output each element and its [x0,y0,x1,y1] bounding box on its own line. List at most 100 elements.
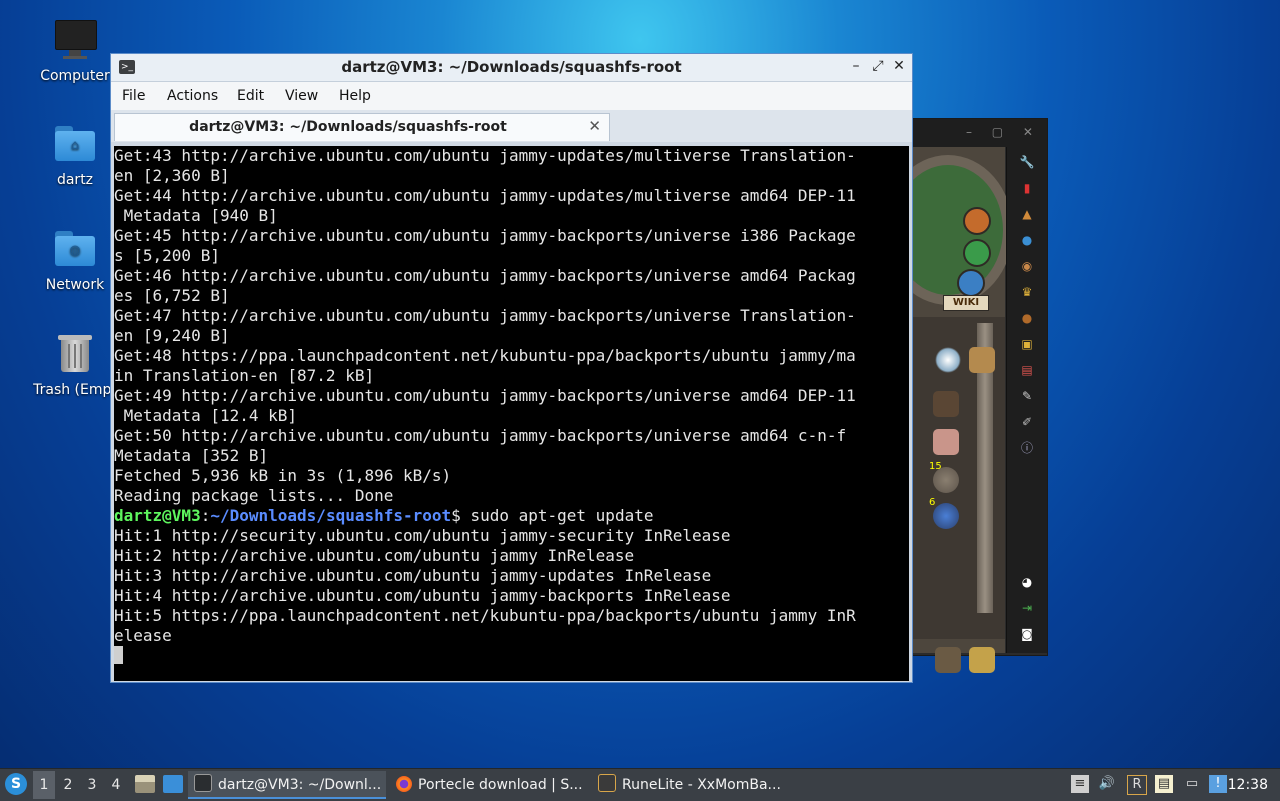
emote-icon[interactable] [935,647,961,673]
workspace-2[interactable]: 2 [57,771,79,799]
menu-edit[interactable]: Edit [237,88,264,104]
desktop-icon-computer[interactable]: Computer [27,18,123,84]
prompt-path: ~/Downloads/squashfs-root [210,506,452,525]
scroll-icon[interactable]: ✎ [1019,389,1035,403]
terminal-line: Get:43 http://archive.ubuntu.com/ubuntu … [114,146,856,165]
workspace-4[interactable]: 4 [105,771,127,799]
terminal-output[interactable]: Get:43 http://archive.ubuntu.com/ubuntu … [114,146,911,681]
boot-icon[interactable]: ▲ [1019,207,1035,221]
hand-item-icon[interactable] [933,429,959,455]
tab-bar: dartz@VM3: ~/Downloads/squashfs-root ✕ [111,110,912,142]
terminal-line: Hit:3 http://archive.ubuntu.com/ubuntu j… [114,566,712,585]
menu-actions[interactable]: Actions [167,88,218,104]
menu-help[interactable]: Help [339,88,371,104]
file-manager-icon[interactable] [135,775,155,793]
runelite-tray-icon[interactable]: R [1127,775,1147,795]
show-desktop-icon[interactable] [163,775,183,793]
terminal-line: Get:45 http://archive.ubuntu.com/ubuntu … [114,226,856,245]
rune-item-icon[interactable] [933,467,959,493]
desktop-icon-label: Computer [40,68,110,84]
window-titlebar[interactable]: >_ dartz@VM3: ~/Downloads/squashfs-root … [111,54,912,82]
close-button[interactable]: ✕ [891,58,907,74]
workspace-1[interactable]: 1 [33,771,55,799]
book-icon[interactable] [969,347,995,373]
globe-icon[interactable]: ● [1019,233,1035,247]
updates-tray-icon[interactable]: ! [1209,775,1227,793]
prompt-command: sudo apt-get update [460,506,654,525]
wrench-icon[interactable]: 🔧 [1019,155,1035,169]
task-terminal[interactable]: dartz@VM3: ~/Downl... [188,771,386,799]
info-icon[interactable]: ⓘ [1019,441,1035,455]
desktop-icon-trash[interactable]: Trash (Empt [27,332,123,398]
login-icon[interactable]: ⇥ [1019,601,1035,615]
terminal-line: Get:47 http://archive.ubuntu.com/ubuntu … [114,306,856,325]
cookie-icon[interactable]: ● [1019,311,1035,325]
trash-icon [53,332,97,376]
terminal-line: Hit:2 http://archive.ubuntu.com/ubuntu j… [114,546,635,565]
runelite-window[interactable]: – ▢ ✕ WIKI 15 6 🔧 ▮ ▲ ● ◉ ♛ ● ▣ ▤ ✎ ✐ ⓘ … [883,118,1048,673]
terminal-line: Get:48 https://ppa.launchpadcontent.net/… [114,346,856,365]
network-folder-icon: ◍ [53,227,97,271]
terminal-line: Fetched 5,936 kB in 3s (1,896 kB/s) [114,466,452,485]
prayer-orb-icon[interactable] [963,239,991,267]
desktop-icon-label: dartz [56,172,94,188]
menu-file[interactable]: File [122,88,145,104]
terminal-window[interactable]: >_ dartz@VM3: ~/Downloads/squashfs-root … [110,53,913,683]
notes-icon[interactable]: ▤ [1019,363,1035,377]
game-viewport[interactable]: WIKI 15 6 [883,147,1013,673]
discord-icon[interactable]: ◕ [1019,575,1035,589]
terminal-line: Get:46 http://archive.ubuntu.com/ubuntu … [114,266,856,285]
workspace-3[interactable]: 3 [81,771,103,799]
terminal-line: Get:50 http://archive.ubuntu.com/ubuntu … [114,426,847,445]
maximize-button[interactable]: ⤢ [870,58,886,74]
start-menu-button[interactable]: S [5,773,27,795]
minimize-button[interactable]: – [848,58,864,74]
item-count: 6 [929,497,936,508]
trophy-icon[interactable]: ♛ [1019,285,1035,299]
terminal-line: Metadata [12.4 kB] [114,406,298,425]
taskbar: S 1 2 3 4 dartz@VM3: ~/Downl... Portecle… [0,768,1280,801]
runelite-titlebar[interactable]: – ▢ ✕ [913,119,1047,147]
runelite-window-controls[interactable]: – ▢ ✕ [966,125,1041,139]
compass-icon[interactable]: ◉ [1019,259,1035,273]
task-runelite[interactable]: RuneLite - XxMomBa... [592,771,790,799]
tab-close-icon[interactable]: ✕ [588,117,601,135]
feather-icon[interactable]: ✐ [1019,415,1035,429]
terminal-scrollbar[interactable] [909,146,912,681]
music-harp-icon[interactable] [969,647,995,673]
runelite-icon [598,774,616,792]
notes-tray-icon[interactable]: ▤ [1155,775,1173,793]
world-map-orb-icon[interactable] [957,269,985,297]
spell-icon[interactable] [935,347,961,373]
frame-icon[interactable]: ▣ [1019,337,1035,351]
clipboard-icon[interactable]: ≡ [1071,775,1089,793]
desktop-icon-network[interactable]: ◍ Network [27,227,123,293]
desktop-icon-home[interactable]: ⌂ dartz [27,122,123,188]
network-tray-icon[interactable]: ▭ [1183,775,1201,793]
menu-view[interactable]: View [285,88,318,104]
task-firefox[interactable]: Portecle download | S... [390,771,588,799]
prompt-dollar: $ [451,506,461,525]
clock[interactable]: 12:38 [1228,769,1268,801]
home-folder-icon: ⌂ [53,122,97,166]
wiki-button[interactable]: WIKI [943,295,989,311]
computer-icon [53,18,97,62]
water-rune-icon[interactable] [933,503,959,529]
terminal-tab[interactable]: dartz@VM3: ~/Downloads/squashfs-root ✕ [114,113,610,141]
net-item-icon[interactable] [933,391,959,417]
stats-chart-icon[interactable]: ▮ [1019,181,1035,195]
terminal-line: Hit:4 http://archive.ubuntu.com/ubuntu j… [114,586,731,605]
menubar: File Actions Edit View Help [111,82,912,110]
desktop-icon-label: Trash (Empt [33,382,117,398]
camera-icon[interactable]: ◙ [1019,627,1035,641]
terminal-line: Get:49 http://archive.ubuntu.com/ubuntu … [114,386,856,405]
firefox-icon [396,776,412,792]
terminal-line: s [5,200 B] [114,246,220,265]
volume-icon[interactable]: 🔊 [1098,775,1116,793]
text-cursor [114,646,123,664]
terminal-line: en [2,360 B] [114,166,230,185]
terminal-line: Metadata [940 B] [114,206,278,225]
terminal-line: elease [114,626,172,645]
quest-orb-icon[interactable] [963,207,991,235]
prompt-user-host: dartz@VM3 [114,506,201,525]
